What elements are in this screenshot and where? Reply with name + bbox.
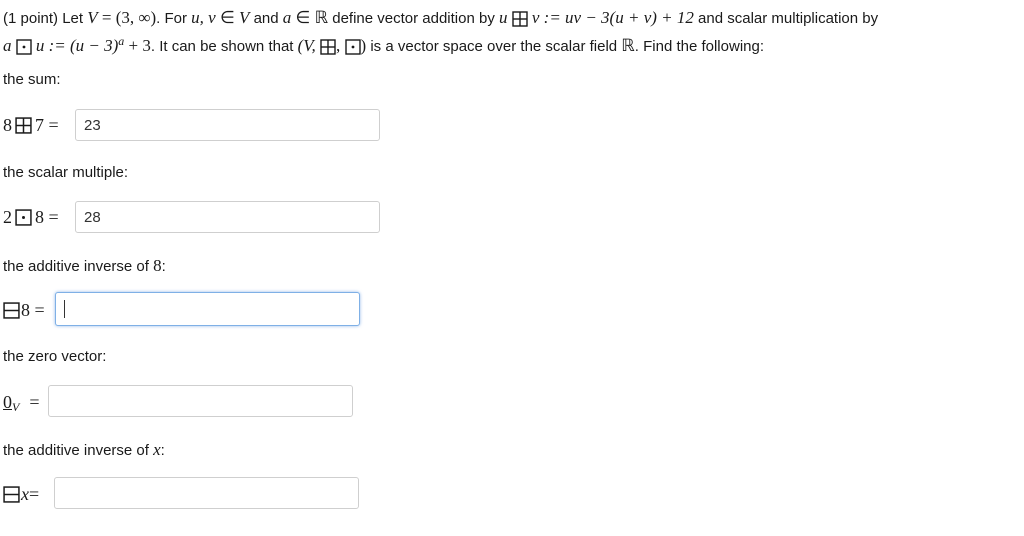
inversex-lhs: x bbox=[21, 483, 29, 504]
inverse8-label-num: 8 bbox=[153, 256, 162, 275]
inverse8-label-text: the additive inverse of bbox=[3, 258, 154, 275]
zero-eq: = bbox=[29, 391, 40, 412]
scalar-equation: 2 8 = bbox=[3, 205, 59, 229]
inverse8-answer-input[interactable] bbox=[55, 292, 360, 326]
elem-of-1: ∈ bbox=[215, 8, 240, 27]
zero-label: the zero vector: bbox=[3, 348, 107, 365]
sum-answer-input[interactable]: 23 bbox=[75, 109, 380, 141]
boxdot-icon bbox=[345, 39, 361, 55]
boxminus-icon bbox=[3, 486, 20, 503]
reals-symbol-2: ℝ bbox=[621, 36, 635, 55]
inverse8-label: the additive inverse of 8: bbox=[3, 256, 166, 276]
sum-lhs-b: 7 = bbox=[35, 114, 59, 135]
intro-text-6: is a vector space over the scalar field bbox=[366, 38, 622, 55]
var-a: a bbox=[282, 8, 292, 27]
var-V: V bbox=[87, 8, 98, 27]
inversex-label: the additive inverse of x: bbox=[3, 440, 165, 460]
sum-lhs-a: 8 bbox=[3, 114, 12, 135]
multiplication-definition-2: + 3 bbox=[124, 36, 151, 55]
intro-text-5: . It can be shown that bbox=[150, 38, 298, 55]
boxplus-icon bbox=[320, 39, 336, 55]
intro-text-7: . Find the following: bbox=[634, 38, 765, 55]
boxplus-icon bbox=[15, 117, 32, 134]
tuple-sep: , bbox=[336, 36, 345, 55]
boxminus-icon bbox=[3, 302, 20, 319]
elem-of-2: ∈ bbox=[291, 8, 315, 27]
scalar-lhs-b: 8 = bbox=[35, 206, 59, 227]
intro-and: and bbox=[249, 10, 283, 27]
problem-statement: (1 point) Let V = (3, ∞). For u, v ∈ V a… bbox=[3, 6, 1019, 58]
scalar-answer-input[interactable]: 28 bbox=[75, 201, 380, 233]
var-V-2: V bbox=[239, 8, 250, 27]
sum-equation: 8 7 = bbox=[3, 113, 59, 137]
multiplication-definition: := (u − 3) bbox=[44, 36, 119, 55]
sum-label: the sum: bbox=[3, 71, 61, 88]
tuple-open: (V, bbox=[297, 36, 320, 55]
inverse8-label-end: : bbox=[161, 258, 166, 275]
inversex-eq: = bbox=[29, 483, 40, 504]
inverse8-lhs: 8 = bbox=[21, 299, 45, 320]
intro-text-3: define vector addition by bbox=[328, 10, 500, 27]
boxdot-icon bbox=[15, 209, 32, 226]
boxplus-icon bbox=[512, 11, 528, 27]
inversex-answer-input[interactable] bbox=[54, 477, 359, 509]
inversex-label-end: : bbox=[160, 442, 165, 459]
inversex-label-var: x bbox=[153, 440, 161, 459]
text-caret bbox=[64, 300, 65, 318]
addition-definition: := uv − 3(u + v) + 12 bbox=[539, 8, 694, 27]
scalar-answer-value: 28 bbox=[84, 208, 101, 226]
zero-sub: V bbox=[12, 399, 20, 414]
inversex-equation: x = bbox=[3, 482, 39, 506]
scalar-label: the scalar multiple: bbox=[3, 164, 129, 181]
intro-text-2: . For bbox=[156, 10, 192, 27]
scalar-lhs-a: 2 bbox=[3, 206, 12, 227]
var-a-2: a bbox=[3, 36, 12, 55]
set-definition: = (3, ∞) bbox=[97, 8, 157, 27]
zero-answer-input[interactable] bbox=[48, 385, 353, 417]
zero-equation: 0 V = bbox=[3, 390, 40, 414]
inversex-label-text: the additive inverse of bbox=[3, 442, 154, 459]
intro-text-4: and scalar multiplication by bbox=[693, 10, 879, 27]
intro-text-1: (1 point) Let bbox=[3, 10, 88, 27]
sum-answer-value: 23 bbox=[84, 116, 101, 134]
vars-uv: u, v bbox=[191, 8, 216, 27]
var-u: u bbox=[499, 8, 508, 27]
boxdot-icon bbox=[16, 39, 32, 55]
reals-symbol: ℝ bbox=[314, 8, 329, 27]
zero-lhs: 0 bbox=[3, 391, 12, 412]
inverse8-equation: 8 = bbox=[3, 298, 45, 322]
